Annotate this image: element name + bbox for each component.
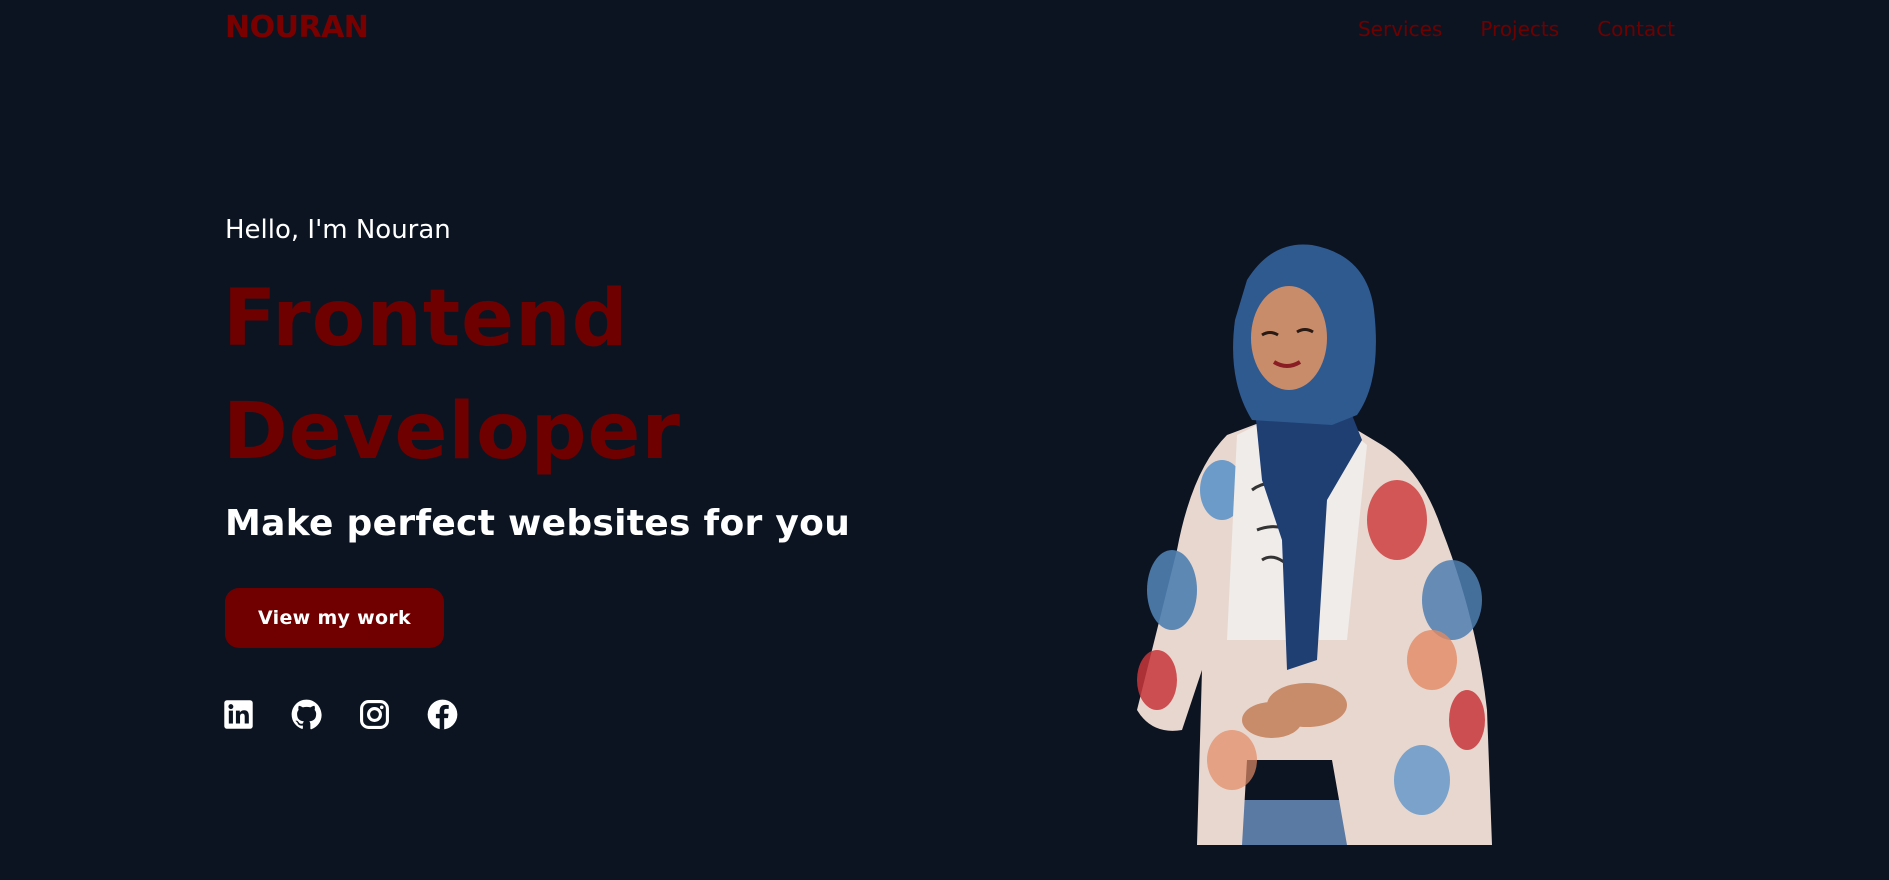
- social-links: [223, 699, 458, 730]
- nav-services-link[interactable]: Services: [1358, 17, 1442, 41]
- logo[interactable]: NOURAN: [225, 10, 369, 45]
- nav-contact-link[interactable]: Contact: [1597, 17, 1675, 41]
- main-nav: Services Projects Contact: [1358, 17, 1675, 41]
- linkedin-icon[interactable]: [223, 699, 254, 730]
- hero-title-line-1: Frontend: [223, 274, 629, 364]
- instagram-icon[interactable]: [359, 699, 390, 730]
- page: NOURAN Services Projects Contact Hello, …: [0, 0, 1889, 880]
- profile-photo: [1132, 240, 1502, 845]
- github-icon[interactable]: [291, 699, 322, 730]
- hero-greeting: Hello, I'm Nouran: [225, 215, 451, 245]
- nav-projects-link[interactable]: Projects: [1480, 17, 1559, 41]
- facebook-icon[interactable]: [427, 699, 458, 730]
- view-my-work-button[interactable]: View my work: [225, 588, 444, 648]
- hero-title-line-2: Developer: [223, 387, 681, 477]
- hero-tagline: Make perfect websites for you: [225, 503, 851, 544]
